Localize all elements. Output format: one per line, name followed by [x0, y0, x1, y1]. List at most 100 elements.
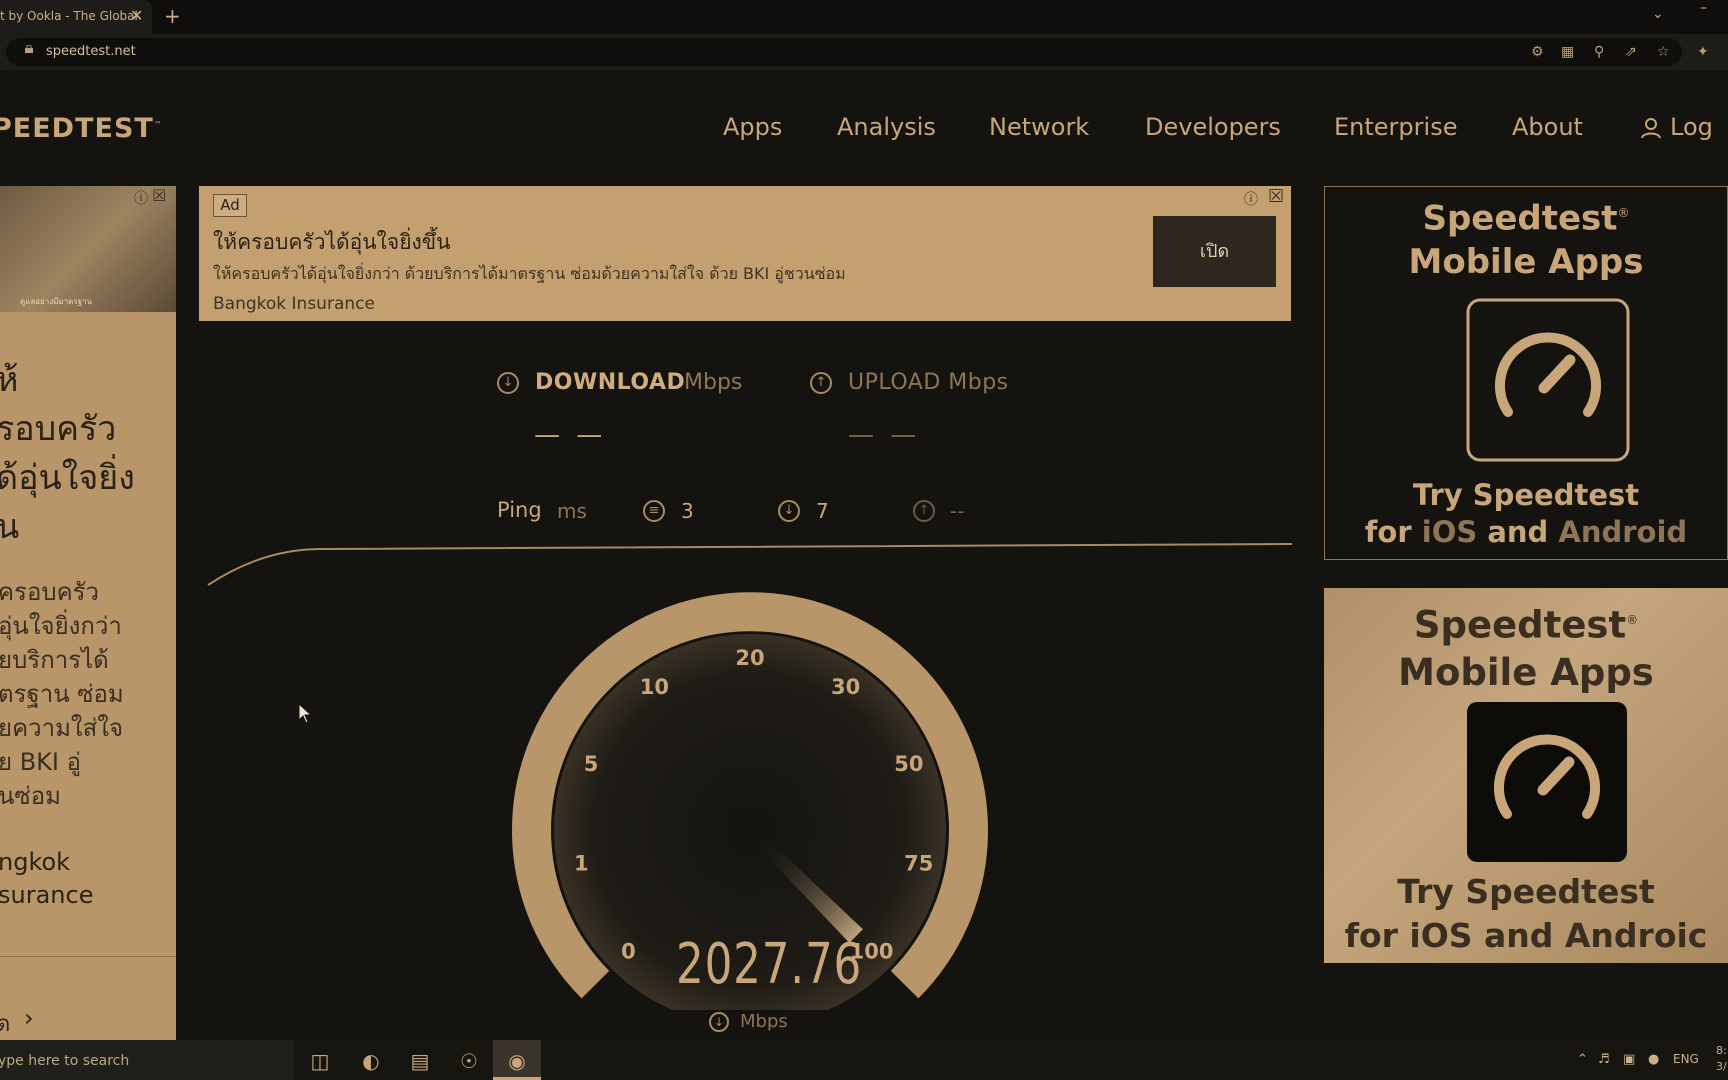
- left-ad-body-line: ครอบครัว: [0, 578, 100, 606]
- file-explorer-icon[interactable]: ▤: [405, 1046, 435, 1076]
- download-label: DOWNLOAD: [535, 370, 686, 395]
- left-ad-title-line: รอบครัว: [0, 409, 117, 449]
- speedtest-app-icon[interactable]: [1466, 298, 1630, 462]
- gauge-tick-label: 75: [904, 852, 933, 876]
- sub-ios: iOS: [1421, 515, 1478, 549]
- tray-chevron-icon[interactable]: ⌃: [1577, 1052, 1588, 1067]
- ping-label: Ping: [497, 498, 542, 522]
- left-ad-title-line: น: [0, 507, 20, 547]
- upload-label: UPLOAD Mbps: [848, 370, 1009, 395]
- upload-icon: ↑: [810, 372, 832, 394]
- left-ad-title-line: ด้อุ่นใจยิ่ง: [0, 458, 135, 498]
- tab-close-icon[interactable]: ✕: [130, 6, 143, 25]
- right-ad-1-title[interactable]: Speedtest® Mobile Apps: [1324, 191, 1728, 284]
- current-speed-value: 2027.76: [676, 932, 863, 997]
- left-ad-link[interactable]: ด: [0, 1006, 10, 1041]
- logo-text: PEEDTEST: [0, 113, 154, 144]
- network-icon[interactable]: ▣: [1623, 1052, 1635, 1067]
- left-ad-title-line: ห้: [0, 360, 19, 400]
- lock-icon: [25, 45, 33, 53]
- ping-download-value: 7: [816, 499, 829, 523]
- gauge-tick-label: 10: [640, 675, 669, 699]
- new-tab-icon[interactable]: +: [164, 4, 181, 28]
- speedtest-logo[interactable]: PEEDTEST™: [0, 113, 163, 144]
- nav-network[interactable]: Network: [989, 113, 1089, 141]
- ping-idle-value: 3: [681, 499, 694, 523]
- bookmark-star-icon[interactable]: ☆: [1657, 44, 1670, 60]
- gauge-tick-label: 30: [831, 675, 860, 699]
- clock-time[interactable]: 8:: [1716, 1044, 1727, 1057]
- tab-search-chevron-icon[interactable]: ⌄: [1652, 6, 1664, 22]
- right-ad-2-sub-line: Try Speedtest: [1397, 872, 1655, 911]
- ping-upload-value: --: [950, 499, 965, 523]
- right-ad-2-title-line: Speedtest: [1413, 603, 1627, 647]
- browser-icon[interactable]: ◉: [502, 1046, 532, 1076]
- nav-login[interactable]: Log: [1670, 113, 1713, 141]
- ad-photo[interactable]: [0, 186, 176, 312]
- extensions-icon[interactable]: ✦: [1697, 44, 1709, 60]
- ad-body[interactable]: ให้ครอบครัวได้อุ่นใจยิ่งกว่า ด้วยบริการไ…: [213, 262, 846, 287]
- right-ad-1-subtitle[interactable]: Try Speedtest for iOS and Android: [1324, 477, 1728, 551]
- translate-icon[interactable]: ▦: [1561, 44, 1574, 60]
- cookie-icon[interactable]: ⚙: [1531, 44, 1544, 60]
- clock-date[interactable]: 3/: [1716, 1060, 1727, 1073]
- ping-download-icon: ↓: [778, 500, 800, 522]
- ping-upload-icon: ↑: [913, 500, 935, 522]
- volume-icon[interactable]: ♬: [1598, 1052, 1610, 1067]
- registered-mark: ®: [1626, 613, 1639, 627]
- right-ad-2-title-line: Mobile Apps: [1398, 651, 1654, 695]
- minimize-icon[interactable]: –: [1700, 0, 1707, 16]
- ad-close-icon[interactable]: ☒: [1268, 186, 1284, 207]
- left-ad-body-line: ยความใส่ใจ: [0, 714, 124, 742]
- right-ad-2-title[interactable]: Speedtest® Mobile Apps: [1324, 596, 1728, 697]
- gauge-tick-label: 20: [735, 646, 764, 670]
- nav-developers[interactable]: Developers: [1145, 113, 1281, 141]
- sub-text: for: [1364, 515, 1422, 549]
- ad-close-icon[interactable]: ☒: [152, 186, 166, 205]
- edge-browser-icon[interactable]: ◐: [356, 1046, 386, 1076]
- left-ad-body-line: อุ่นใจยิ่งกว่า: [0, 612, 122, 640]
- nav-analysis[interactable]: Analysis: [837, 113, 936, 141]
- left-ad-title: ห้ รอบครัว ด้อุ่นใจยิ่ง น: [0, 356, 172, 552]
- app-icon[interactable]: ☉: [454, 1046, 484, 1076]
- tab-title[interactable]: t by Ookla - The Global: [0, 9, 138, 23]
- download-icon: ↓: [497, 372, 519, 394]
- divider: [0, 956, 176, 957]
- taskbar-search-placeholder[interactable]: ype here to search: [0, 1053, 129, 1069]
- gauge-tick-label: 5: [584, 752, 599, 776]
- chevron-right-icon[interactable]: ›: [24, 1004, 34, 1032]
- task-view-icon[interactable]: ◫: [305, 1046, 335, 1076]
- sub-android: Android: [1558, 515, 1688, 549]
- right-ad-2-subtitle[interactable]: Try Speedtest for iOS and Androic: [1324, 870, 1728, 958]
- right-ad-1-title-line: Mobile Apps: [1408, 242, 1644, 283]
- left-ad-body-line: ย BKI อู่: [0, 748, 82, 776]
- ad-brand[interactable]: Bangkok Insurance: [213, 294, 375, 314]
- left-ad-brand: ngkok surance: [0, 846, 174, 912]
- ping-idle-icon: ≡: [643, 500, 665, 522]
- ad-title[interactable]: ให้ครอบครัวได้อุ่นใจยิ่งขึ้น: [213, 226, 450, 259]
- microphone-icon[interactable]: ●: [1648, 1052, 1659, 1067]
- ad-info-icon[interactable]: ⓘ: [134, 188, 148, 208]
- right-ad-1-sub-line: Try Speedtest: [1412, 478, 1640, 512]
- current-speed-unit: Mbps: [740, 1011, 788, 1032]
- ad-info-icon[interactable]: ⓘ: [1244, 189, 1258, 209]
- left-ad-body-line: ยบริการได้: [0, 646, 109, 674]
- user-icon[interactable]: [1640, 117, 1662, 139]
- ping-unit: ms: [557, 499, 587, 523]
- nav-about[interactable]: About: [1512, 113, 1583, 141]
- left-ad-brand-line: ngkok: [0, 848, 71, 876]
- ad-open-button[interactable]: เปิด: [1153, 216, 1276, 287]
- nav-apps[interactable]: Apps: [723, 113, 782, 141]
- right-ad-2-sub-line: for iOS and Androic: [1344, 916, 1708, 955]
- download-small-icon: ↓: [709, 1012, 729, 1032]
- gauge-tick-label: 50: [894, 752, 923, 776]
- omnibox[interactable]: [6, 38, 1682, 66]
- upload-value: — —: [848, 420, 921, 450]
- url-text[interactable]: speedtest.net: [46, 44, 136, 59]
- sub-text: and: [1477, 515, 1559, 549]
- speedtest-app-icon[interactable]: [1467, 702, 1627, 862]
- nav-enterprise[interactable]: Enterprise: [1334, 113, 1457, 141]
- input-language[interactable]: ENG: [1673, 1052, 1699, 1066]
- zoom-icon[interactable]: ⚲: [1594, 44, 1604, 60]
- share-icon[interactable]: ⇗: [1625, 44, 1637, 60]
